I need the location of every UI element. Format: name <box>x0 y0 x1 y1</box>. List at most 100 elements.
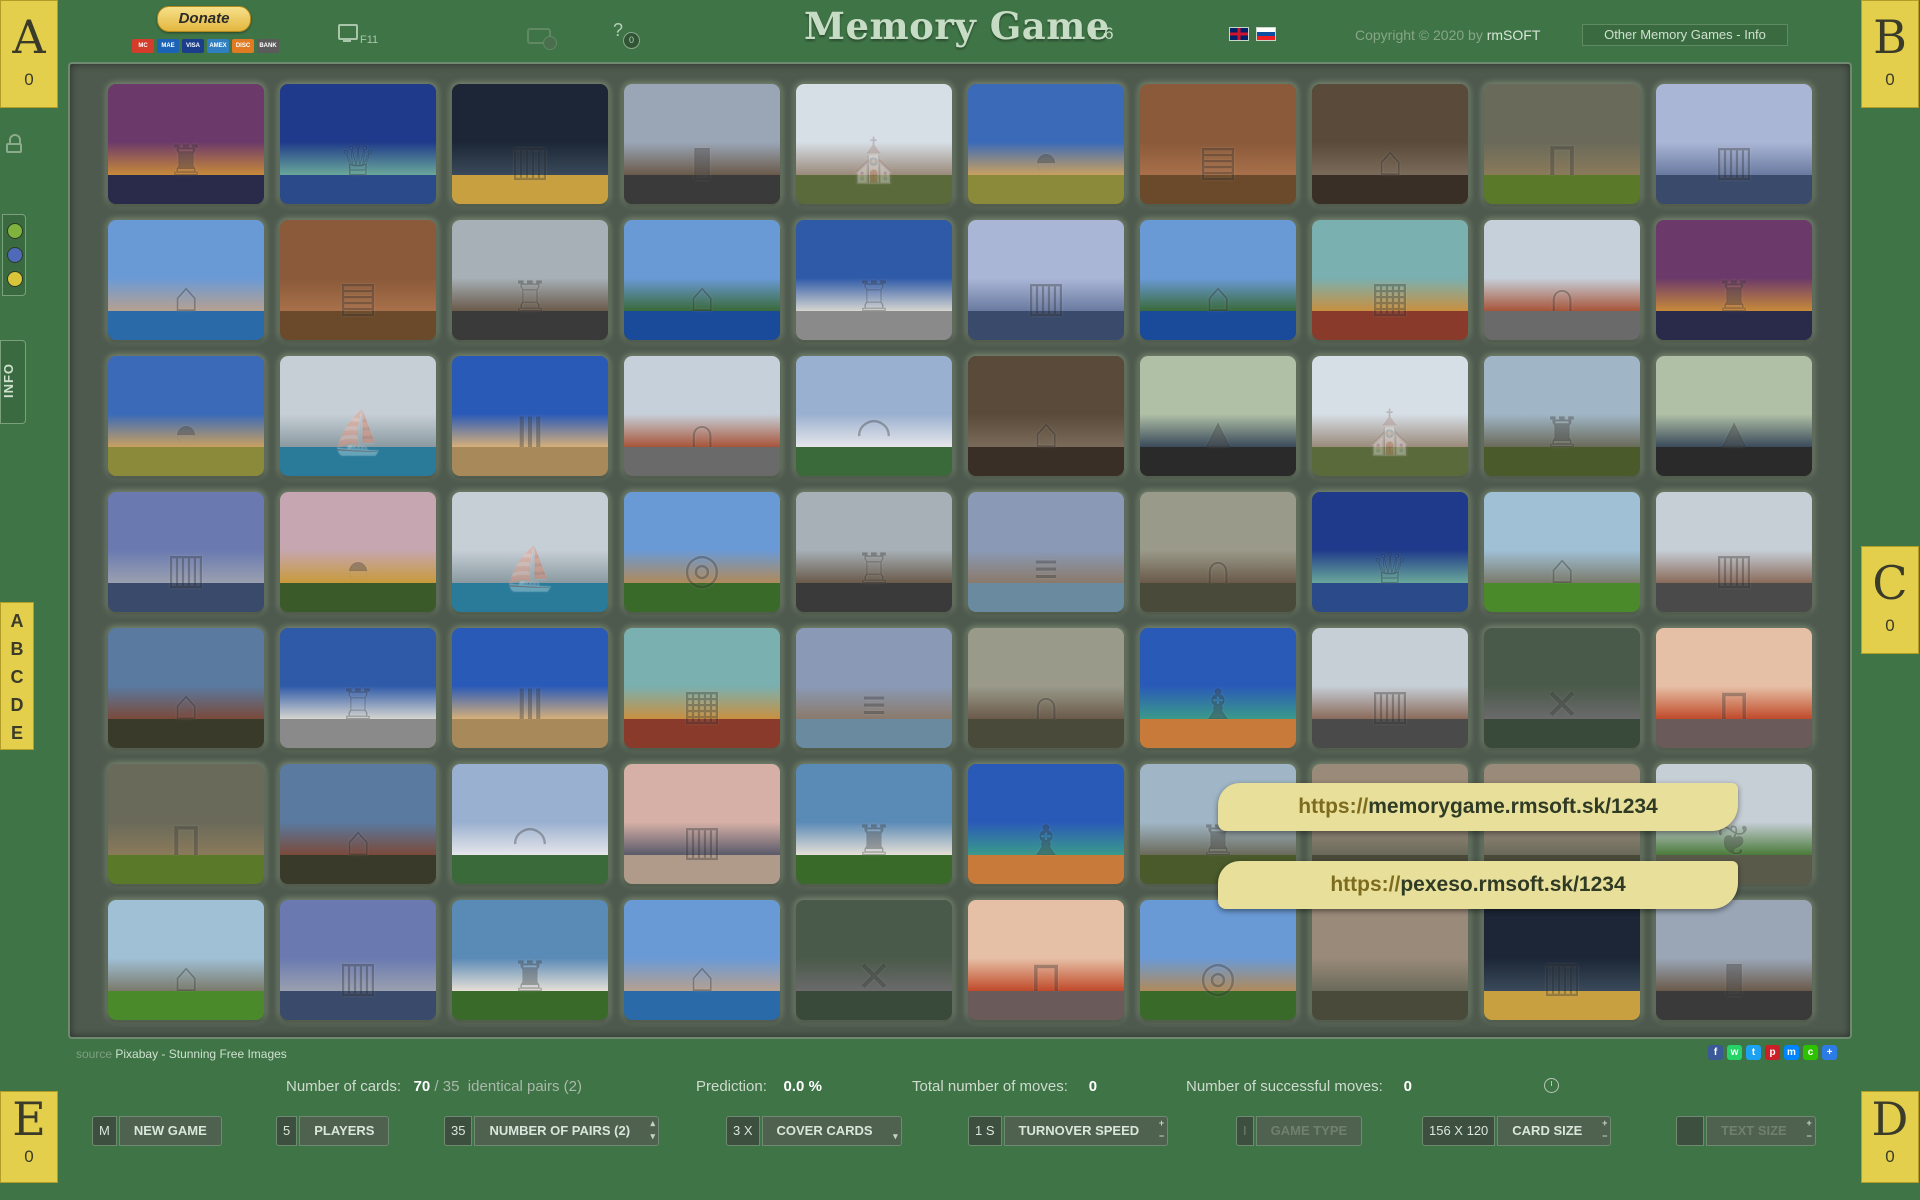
memory-card-skyline-sunset[interactable]: ▥ <box>624 764 780 884</box>
memory-card-castle-town-hall[interactable]: ♜ <box>1484 356 1640 476</box>
memory-card-prague-castle[interactable]: ♜ <box>1656 220 1812 340</box>
memory-card-statue-of-liberty[interactable]: ♕ <box>280 84 436 204</box>
new-game-button[interactable]: M New game <box>92 1116 222 1146</box>
info-tab[interactable]: INFO <box>0 340 26 424</box>
player-order-letter[interactable]: D <box>1 691 33 719</box>
memory-card-bratislava-castle[interactable]: ♜ <box>796 764 952 884</box>
memory-card-coastal-village[interactable]: ⌂ <box>1140 220 1296 340</box>
memory-card-manhattan[interactable]: ▥ <box>1656 84 1812 204</box>
memory-card-stonehenge[interactable]: Π <box>1484 84 1640 204</box>
help-button[interactable]: ? 0 <box>611 20 641 50</box>
memory-card-castel-sant-angelo[interactable]: ◓ <box>108 356 264 476</box>
theme-color-dot[interactable] <box>7 247 23 263</box>
memory-card-taj-mahal[interactable]: ◠ <box>452 764 608 884</box>
theme-color-picker[interactable] <box>2 214 26 296</box>
player-order-letter[interactable]: C <box>1 663 33 691</box>
english-flag-icon[interactable] <box>1229 27 1249 41</box>
memory-card-taj-mahal[interactable]: ◠ <box>796 356 952 476</box>
memory-card-bratislava-castle[interactable]: ♜ <box>452 900 608 1020</box>
memory-card-street-canyon[interactable]: ▮ <box>1656 900 1812 1020</box>
game-type-control[interactable]: I Game type <box>1236 1116 1363 1146</box>
clock-icon[interactable] <box>1544 1078 1559 1093</box>
memory-card-city-street[interactable]: ▥ <box>1312 628 1468 748</box>
memory-card-kasbah[interactable]: ▤ <box>1140 84 1296 204</box>
url-banner[interactable]: https://memorygame.rmsoft.sk/1234 <box>1218 783 1738 831</box>
memory-card-golden-gate[interactable]: ⊓ <box>1656 628 1812 748</box>
memory-card-village-barn[interactable]: ⌂ <box>108 900 264 1020</box>
memory-card-baroque-facade[interactable]: ⌂ <box>1312 84 1468 204</box>
pairs-control[interactable]: 35 Number of pairs (2) ▴ ▾ <box>444 1116 660 1146</box>
memory-card-onion-domes[interactable]: ♝ <box>1140 628 1296 748</box>
memory-card-canal-houses[interactable]: ⌂ <box>280 764 436 884</box>
memory-card-castel-sant-angelo[interactable]: ◓ <box>968 84 1124 204</box>
memory-card-prague-castle[interactable]: ♜ <box>108 84 264 204</box>
theme-color-dot[interactable] <box>7 271 23 287</box>
memory-card-empire-state[interactable]: ♖ <box>796 492 952 612</box>
memory-card-arc-de-triomf[interactable]: ∩ <box>1484 220 1640 340</box>
memory-card-onion-domes[interactable]: ♝ <box>968 764 1124 884</box>
memory-card-empire-state[interactable]: ♖ <box>452 220 608 340</box>
memory-card-st-isaac-dome[interactable]: ◓ <box>280 492 436 612</box>
memory-card-hong-kong[interactable]: ▥ <box>280 900 436 1020</box>
cover-cards-control[interactable]: 3 x Cover cards ▾ <box>726 1116 902 1146</box>
memory-card-arc-de-triomf[interactable]: ∩ <box>624 356 780 476</box>
memory-card-monaco-harbor[interactable]: ⛵ <box>280 356 436 476</box>
memory-card-canal-houses[interactable]: ⌂ <box>108 628 264 748</box>
memory-card-street-canyon[interactable]: ▮ <box>624 84 780 204</box>
other-games-link[interactable]: Other Memory Games - Info <box>1582 24 1788 46</box>
memory-card-colorful-cafe[interactable]: ▦ <box>624 628 780 748</box>
memory-card-colosseum[interactable]: ◎ <box>1140 900 1296 1020</box>
player-order-letter[interactable]: E <box>1 719 33 747</box>
player-order-panel[interactable]: ABCDE <box>0 602 34 750</box>
memory-card-cinque-terre[interactable]: ⌂ <box>108 220 264 340</box>
memory-card-palacio-cibeles[interactable]: ♖ <box>796 220 952 340</box>
memory-card-ruined-abbey[interactable]: ∩ <box>968 628 1124 748</box>
memory-card-kasbah[interactable]: ▤ <box>280 220 436 340</box>
memory-card-colorful-cafe[interactable]: ▦ <box>1312 220 1468 340</box>
sound-toggle[interactable] <box>527 22 563 50</box>
source-link[interactable]: Pixabay - Stunning Free Images <box>115 1047 286 1061</box>
player-d-panel[interactable]: D 0 <box>1861 1091 1919 1183</box>
facebook-icon[interactable]: f <box>1708 1045 1723 1060</box>
memory-card-highway-interchange[interactable]: ✕ <box>1484 628 1640 748</box>
memory-card-hong-kong[interactable]: ▥ <box>108 492 264 612</box>
messenger-icon[interactable]: m <box>1784 1045 1799 1060</box>
theme-color-dot[interactable] <box>7 223 23 239</box>
memory-card-boston-harbor[interactable]: ▥ <box>1484 900 1640 1020</box>
pinterest-icon[interactable]: p <box>1765 1045 1780 1060</box>
turnover-speed-control[interactable]: 1 s Turnover speed + − <box>968 1116 1169 1146</box>
memory-card-ruined-abbey[interactable]: ∩ <box>1140 492 1296 612</box>
more-share-icon[interactable]: + <box>1822 1045 1837 1060</box>
memory-card-parthenon[interactable]: Ⅲ <box>452 356 608 476</box>
memory-card-cinque-terre[interactable]: ⌂ <box>624 900 780 1020</box>
player-c-panel[interactable]: C 0 <box>1861 546 1919 654</box>
card-size-control[interactable]: 156 x 120 Card size + − <box>1422 1116 1612 1146</box>
memory-card-city-street[interactable]: ▥ <box>1656 492 1812 612</box>
memory-card-baroque-facade[interactable]: ⌂ <box>968 356 1124 476</box>
memory-card-highway-interchange[interactable]: ✕ <box>796 900 952 1020</box>
memory-card-colosseum[interactable]: ◎ <box>624 492 780 612</box>
memory-card-palacio-cibeles[interactable]: ♖ <box>280 628 436 748</box>
memory-card-golden-gate[interactable]: ⊓ <box>968 900 1124 1020</box>
player-b-panel[interactable]: B 0 <box>1861 0 1919 108</box>
memory-card-charles-bridge[interactable]: ≡ <box>796 628 952 748</box>
player-order-letter[interactable]: B <box>1 635 33 663</box>
player-e-panel[interactable]: E 0 <box>0 1091 58 1183</box>
twitter-icon[interactable]: t <box>1746 1045 1761 1060</box>
wechat-icon[interactable]: c <box>1803 1045 1818 1060</box>
url-banner[interactable]: https://pexeso.rmsoft.sk/1234 <box>1218 861 1738 909</box>
memory-card-boston-harbor[interactable]: ▥ <box>452 84 608 204</box>
text-size-control[interactable]: Text size + − <box>1676 1116 1816 1146</box>
memory-card-hidden[interactable] <box>1312 900 1468 1020</box>
players-control[interactable]: 5 Players <box>276 1116 390 1146</box>
memory-card-gothic-church[interactable]: ⛪ <box>1312 356 1468 476</box>
slovak-flag-icon[interactable] <box>1256 27 1276 41</box>
brand-link[interactable]: rmSOFT <box>1487 27 1541 43</box>
memory-card-statue-of-liberty[interactable]: ♕ <box>1312 492 1468 612</box>
memory-card-charles-bridge[interactable]: ≡ <box>968 492 1124 612</box>
whatsapp-icon[interactable]: w <box>1727 1045 1742 1060</box>
memory-card-temple-of-heaven[interactable]: ▲ <box>1140 356 1296 476</box>
memory-card-parthenon[interactable]: Ⅲ <box>452 628 608 748</box>
memory-card-coastal-village[interactable]: ⌂ <box>624 220 780 340</box>
memory-card-manhattan[interactable]: ▥ <box>968 220 1124 340</box>
